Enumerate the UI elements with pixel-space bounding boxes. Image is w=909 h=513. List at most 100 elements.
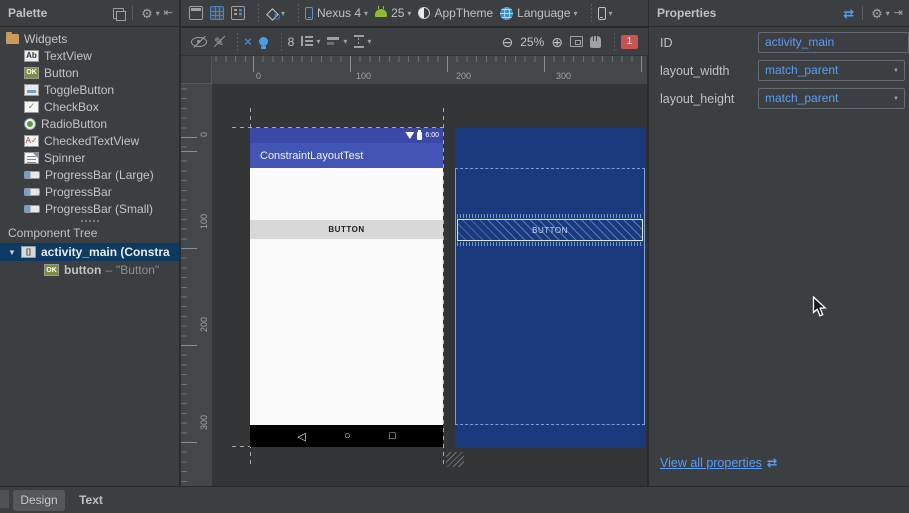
editor-mode-bar: Design Text <box>0 486 909 513</box>
palette-item-label: ProgressBar (Small) <box>45 202 153 216</box>
phone-icon <box>598 7 606 20</box>
swap-panel-icon[interactable]: ⇄ <box>843 7 854 20</box>
progressbar-icon <box>24 205 40 213</box>
constraint-spring-top <box>457 214 643 218</box>
layout-width-dropdown[interactable]: match_parent ▼ <box>758 60 905 81</box>
show-design-button[interactable] <box>189 6 203 20</box>
align-button[interactable]: ▾ <box>327 37 347 47</box>
hand-icon <box>590 36 601 48</box>
default-margin-value[interactable]: 8 <box>288 35 295 49</box>
resize-handle[interactable] <box>446 452 464 467</box>
palette-item-radiobutton[interactable]: RadioButton <box>0 115 179 132</box>
id-input[interactable]: activity_main <box>758 32 909 53</box>
device-app-bar: ConstraintLayoutTest <box>250 143 443 168</box>
device-selector[interactable]: Nexus 4 ▾ <box>305 6 368 20</box>
device-label: Nexus 4 <box>317 6 361 20</box>
orientation-button[interactable]: ↻ ▾ <box>265 7 285 20</box>
zoom-out-button[interactable]: ⊖ <box>502 35 514 49</box>
constraint-spring-bottom <box>457 242 643 246</box>
hide-panel-icon[interactable]: ⇥ <box>894 8 903 19</box>
zoom-in-button[interactable]: ⊕ <box>551 35 563 49</box>
pan-button[interactable] <box>590 36 601 48</box>
tab-text[interactable]: Text <box>68 490 114 511</box>
guideline-button[interactable]: ▾ <box>354 35 371 48</box>
android-icon <box>375 9 387 17</box>
radiobutton-icon <box>24 118 36 130</box>
copy-icon[interactable] <box>113 8 124 19</box>
globe-icon <box>500 7 513 20</box>
margins-icon <box>301 35 313 48</box>
infer-constraints-button[interactable] <box>259 37 268 46</box>
language-selector[interactable]: Language ▾ <box>500 6 577 20</box>
tab-design[interactable]: Design <box>13 490 65 511</box>
palette-item-progressbar-large[interactable]: ProgressBar (Large) <box>0 166 179 183</box>
rotate-glyph: ↻ <box>273 12 281 23</box>
guideline-icon <box>354 35 364 48</box>
mouse-cursor <box>812 296 827 318</box>
show-constraints-button[interactable]: ✎ <box>214 36 224 48</box>
variant-selector[interactable]: ▾ <box>598 7 613 20</box>
dropdown-arrow-icon: ▼ <box>893 68 899 74</box>
autoconnect-button[interactable] <box>191 37 207 47</box>
design-surface[interactable]: 6:00 ConstraintLayoutTest BUTTON ◁ ○ □ B… <box>212 84 647 486</box>
palette-item-progressbar-small[interactable]: ProgressBar (Small) <box>0 200 179 217</box>
lightbulb-icon <box>259 37 268 46</box>
tree-item-button[interactable]: OK button – "Button" <box>0 261 179 279</box>
ruler-label: 100 <box>199 214 209 229</box>
show-both-button[interactable] <box>231 6 245 20</box>
palette-item-progressbar[interactable]: ProgressBar <box>0 183 179 200</box>
layout-width-label: layout_width <box>660 61 730 82</box>
palette-item-label: Button <box>44 66 79 80</box>
palette-item-label: Spinner <box>44 151 85 165</box>
chevron-down-icon: ▾ <box>316 37 320 46</box>
button-icon: OK <box>24 67 39 79</box>
zoom-fit-button[interactable] <box>570 36 583 47</box>
design-button-widget[interactable]: BUTTON <box>250 220 443 239</box>
chevron-down-icon: ▾ <box>886 9 890 18</box>
error-count-badge[interactable]: 1 <box>621 35 638 49</box>
link-arrows-icon: ⇄ <box>767 456 777 470</box>
api-level-label: 25 <box>391 6 404 20</box>
design-surface-toolbar: ✎ × 8 ▾ ▾ ▾ ⊖ 25% ⊕ 1 <box>181 28 648 56</box>
ruler-label: 200 <box>199 317 209 332</box>
view-all-properties-link[interactable]: View all properties⇄ <box>660 455 777 470</box>
palette-group-widgets[interactable]: Widgets <box>0 30 179 47</box>
tree-child-value: "Button" <box>116 263 159 277</box>
palette-item-togglebutton[interactable]: ToggleButton <box>0 81 179 98</box>
ruler-label: 0 <box>199 132 209 137</box>
id-value: activity_main <box>765 35 834 49</box>
blueprint-button-widget[interactable]: BUTTON <box>457 219 643 241</box>
properties-header: Properties ⇄ ⚙ ▾ ⇥ <box>649 0 909 27</box>
chevron-down-icon: ▾ <box>367 37 371 46</box>
blueprint-view[interactable]: BUTTON <box>455 128 645 448</box>
tree-item-activity-main[interactable]: ▼ [] activity_main (Constra <box>0 243 179 261</box>
clear-constraints-button[interactable]: × <box>244 35 252 48</box>
theme-label: AppTheme <box>434 6 493 20</box>
id-label: ID <box>660 33 673 54</box>
chevron-down-icon: ▾ <box>156 9 160 18</box>
hide-panel-icon[interactable]: ⇤ <box>164 8 173 19</box>
textview-icon: Ab <box>24 50 39 62</box>
palette-item-textview[interactable]: Ab TextView <box>0 47 179 64</box>
ruler-label: 300 <box>556 71 571 81</box>
device-status-bar: 6:00 <box>250 128 443 143</box>
layout-height-dropdown[interactable]: match_parent ▼ <box>758 88 905 109</box>
divider <box>237 33 238 51</box>
expand-arrow-icon[interactable]: ▼ <box>8 248 18 257</box>
back-icon: ◁ <box>297 430 305 443</box>
palette-item-button[interactable]: OK Button <box>0 64 179 81</box>
gear-icon[interactable]: ⚙ <box>141 7 153 20</box>
selection-guide-right <box>443 108 444 466</box>
show-blueprint-button[interactable] <box>210 6 224 20</box>
palette-group-label: Widgets <box>24 32 67 46</box>
palette-item-spinner[interactable]: Spinner <box>0 149 179 166</box>
blueprint-view-icon <box>210 6 224 20</box>
check-mark: ✓ <box>31 137 38 145</box>
margin-button[interactable]: ▾ <box>301 35 320 48</box>
palette-item-checkbox[interactable]: ✓ CheckBox <box>0 98 179 115</box>
theme-selector[interactable]: AppTheme <box>418 6 493 20</box>
palette-item-checkedtextview[interactable]: A✓ CheckedTextView <box>0 132 179 149</box>
device-preview[interactable]: 6:00 ConstraintLayoutTest BUTTON ◁ ○ □ <box>250 128 443 447</box>
api-selector[interactable]: 25 ▾ <box>375 6 411 20</box>
gear-icon[interactable]: ⚙ <box>871 7 883 20</box>
